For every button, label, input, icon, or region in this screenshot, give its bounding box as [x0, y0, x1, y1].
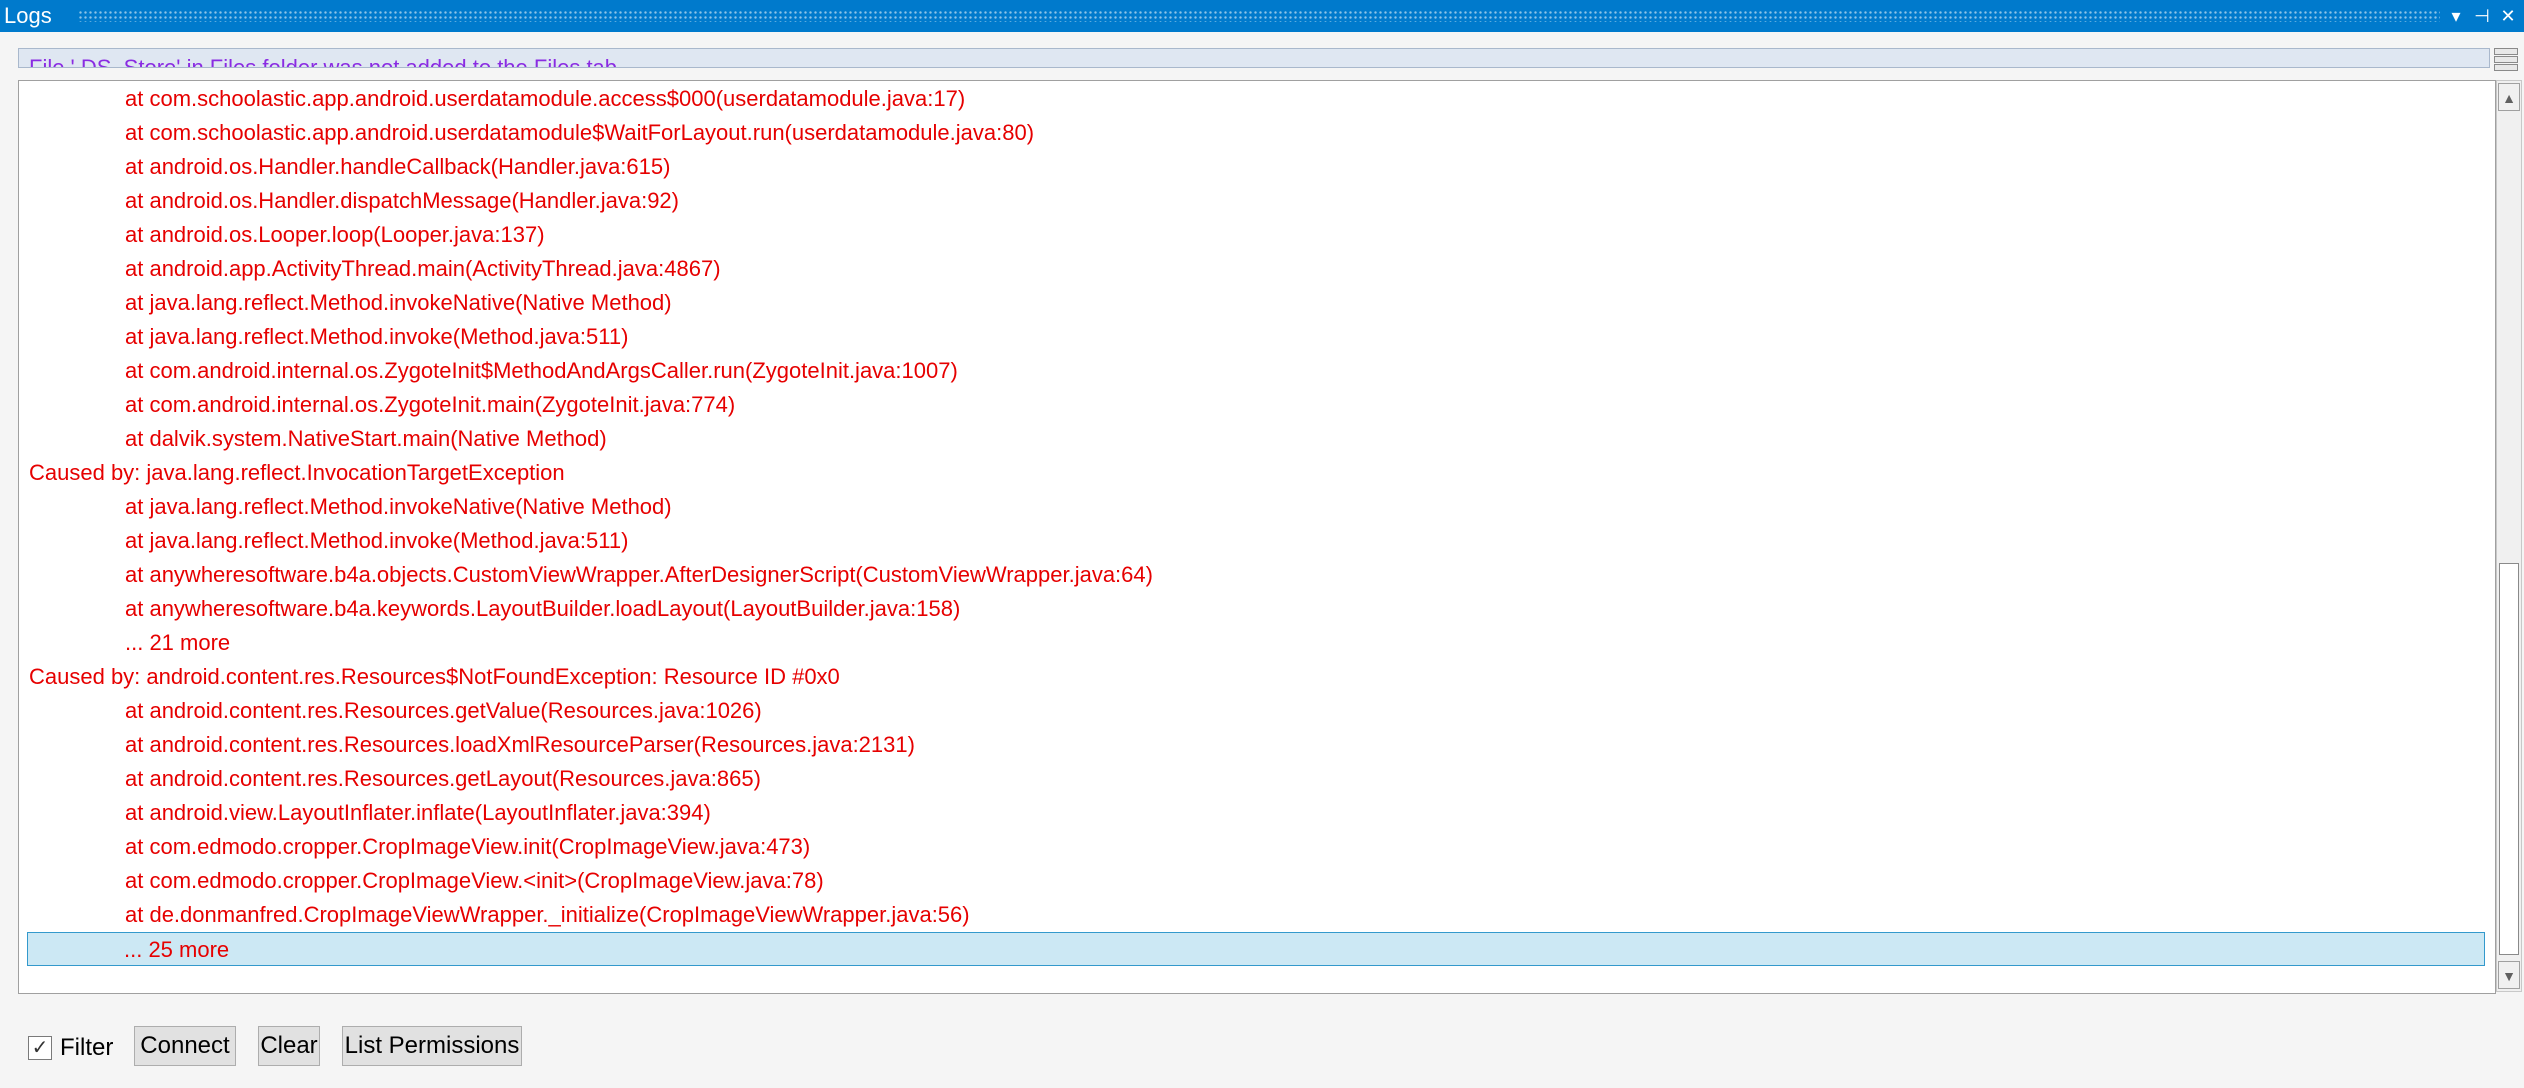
log-line[interactable]: at com.android.internal.os.ZygoteInit.ma…	[29, 388, 735, 422]
clear-button[interactable]: Clear	[258, 1026, 320, 1066]
log-panel[interactable]: at com.schoolastic.app.android.userdatam…	[18, 80, 2496, 994]
close-icon[interactable]: ✕	[2496, 2, 2520, 30]
log-line[interactable]: at anywheresoftware.b4a.keywords.LayoutB…	[29, 592, 960, 626]
log-line[interactable]: Caused by: android.content.res.Resources…	[29, 660, 840, 694]
message-strip-scroll-up[interactable]	[2494, 48, 2518, 55]
log-scrollbar[interactable]: ▲ ▼	[2496, 80, 2522, 992]
log-line[interactable]: at com.edmodo.cropper.CropImageView.init…	[29, 830, 810, 864]
log-line[interactable]: at java.lang.reflect.Method.invokeNative…	[29, 286, 672, 320]
filter-label[interactable]: Filter	[60, 1032, 113, 1064]
log-line[interactable]: at android.os.Handler.handleCallback(Han…	[29, 150, 670, 184]
log-line[interactable]: at com.edmodo.cropper.CropImageView.<ini…	[29, 864, 824, 898]
dropdown-arrow-icon[interactable]: ▾	[2444, 2, 2468, 30]
log-line[interactable]: at android.content.res.Resources.getValu…	[29, 694, 762, 728]
log-line[interactable]: at dalvik.system.NativeStart.main(Native…	[29, 422, 607, 456]
log-line[interactable]: ... 21 more	[29, 626, 230, 660]
log-line[interactable]: at java.lang.reflect.Method.invokeNative…	[29, 490, 672, 524]
logs-title: Logs	[4, 3, 52, 28]
log-line[interactable]: at com.android.internal.os.ZygoteInit$Me…	[29, 354, 958, 388]
list-permissions-button[interactable]: List Permissions	[342, 1026, 522, 1066]
log-line[interactable]: at java.lang.reflect.Method.invoke(Metho…	[29, 320, 628, 354]
filter-checkbox[interactable]: ✓	[28, 1036, 52, 1060]
pin-icon[interactable]: ⊣	[2470, 2, 2494, 30]
message-strip-scroller[interactable]	[2492, 46, 2520, 71]
connect-button[interactable]: Connect	[134, 1026, 236, 1066]
log-line[interactable]: at com.schoolastic.app.android.userdatam…	[29, 116, 1034, 150]
title-grip-pattern	[78, 10, 2440, 22]
scroll-thumb[interactable]	[2499, 563, 2519, 955]
scroll-up-arrow-icon[interactable]: ▲	[2498, 83, 2520, 111]
log-line[interactable]: at anywheresoftware.b4a.objects.CustomVi…	[29, 558, 1153, 592]
message-strip-scroll-mid[interactable]	[2494, 56, 2518, 63]
scroll-down-arrow-icon[interactable]: ▼	[2498, 961, 2520, 989]
message-strip-text: File '.DS_Store' in Files folder was not…	[29, 55, 624, 68]
log-line[interactable]: at com.schoolastic.app.android.userdatam…	[29, 82, 965, 116]
log-line[interactable]: at android.os.Handler.dispatchMessage(Ha…	[29, 184, 679, 218]
log-line[interactable]: at android.app.ActivityThread.main(Activ…	[29, 252, 721, 286]
log-line[interactable]: at android.content.res.Resources.loadXml…	[29, 728, 915, 762]
logs-title-bar[interactable]: Logs ▾ ⊣ ✕	[0, 0, 2524, 32]
log-line[interactable]: at de.donmanfred.CropImageViewWrapper._i…	[29, 898, 970, 932]
message-strip-scroll-down[interactable]	[2494, 64, 2518, 71]
log-line[interactable]: at android.os.Looper.loop(Looper.java:13…	[29, 218, 545, 252]
log-line-selected[interactable]: ... 25 more	[27, 932, 2485, 966]
message-strip: File '.DS_Store' in Files folder was not…	[18, 48, 2490, 68]
log-line[interactable]: Caused by: java.lang.reflect.InvocationT…	[29, 456, 565, 490]
log-line[interactable]: at android.view.LayoutInflater.inflate(L…	[29, 796, 711, 830]
log-line[interactable]: at android.content.res.Resources.getLayo…	[29, 762, 761, 796]
log-line[interactable]: at java.lang.reflect.Method.invoke(Metho…	[29, 524, 628, 558]
